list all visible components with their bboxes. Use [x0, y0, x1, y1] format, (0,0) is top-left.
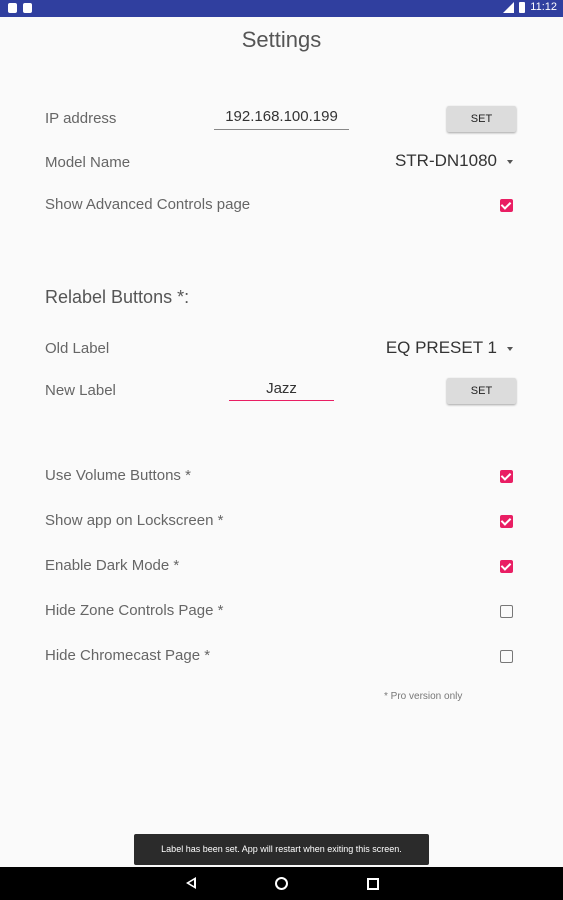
set-ip-button[interactable]: SET — [447, 106, 516, 132]
volume-buttons-label: Use Volume Buttons * — [45, 467, 191, 484]
hide-zone-controls-checkbox[interactable] — [500, 605, 513, 618]
hide-chromecast-label: Hide Chromecast Page * — [45, 647, 211, 664]
set-label-button[interactable]: SET — [447, 378, 516, 404]
pro-version-footnote: * Pro version only — [384, 691, 463, 702]
old-label-value: EQ PRESET 1 — [385, 338, 497, 357]
clock: 11:12 — [530, 1, 557, 13]
relabel-section-title: Relabel Buttons *: — [45, 287, 190, 307]
dropdown-caret-icon — [507, 347, 513, 351]
dark-mode-label: Enable Dark Mode * — [45, 557, 180, 574]
notification-icon — [8, 3, 17, 13]
page-title: Settings — [241, 27, 322, 52]
back-icon[interactable] — [186, 877, 196, 889]
dropdown-caret-icon — [507, 160, 513, 164]
signal-icon — [503, 1, 515, 13]
recent-apps-icon[interactable] — [367, 878, 379, 890]
ip-address-label: IP address — [45, 110, 117, 127]
ip-address-input[interactable]: 192.168.100.199 — [214, 107, 349, 130]
hide-chromecast-checkbox[interactable] — [500, 650, 513, 663]
advanced-controls-checkbox[interactable] — [500, 199, 513, 212]
old-label-label: Old Label — [45, 340, 110, 357]
lockscreen-checkbox[interactable] — [500, 515, 513, 528]
model-name-value: STR-DN1080 — [394, 151, 497, 170]
new-label-input[interactable]: Jazz — [229, 379, 334, 401]
volume-buttons-checkbox[interactable] — [500, 470, 513, 483]
old-label-dropdown[interactable]: EQ PRESET 1 — [386, 338, 513, 358]
status-bar: 11:12 — [0, 0, 563, 17]
battery-icon — [519, 1, 526, 13]
new-label-label: New Label — [45, 382, 116, 399]
toast-message: Label has been set. App will restart whe… — [134, 834, 429, 865]
advanced-controls-label: Show Advanced Controls page — [45, 196, 251, 213]
model-name-label: Model Name — [45, 154, 131, 171]
dark-mode-checkbox[interactable] — [500, 560, 513, 573]
notification-icon — [23, 3, 32, 13]
navigation-bar — [0, 867, 563, 900]
lockscreen-label: Show app on Lockscreen * — [45, 512, 224, 529]
model-name-dropdown[interactable]: STR-DN1080 — [395, 151, 513, 171]
home-icon[interactable] — [275, 877, 288, 890]
hide-zone-controls-label: Hide Zone Controls Page * — [45, 602, 224, 619]
